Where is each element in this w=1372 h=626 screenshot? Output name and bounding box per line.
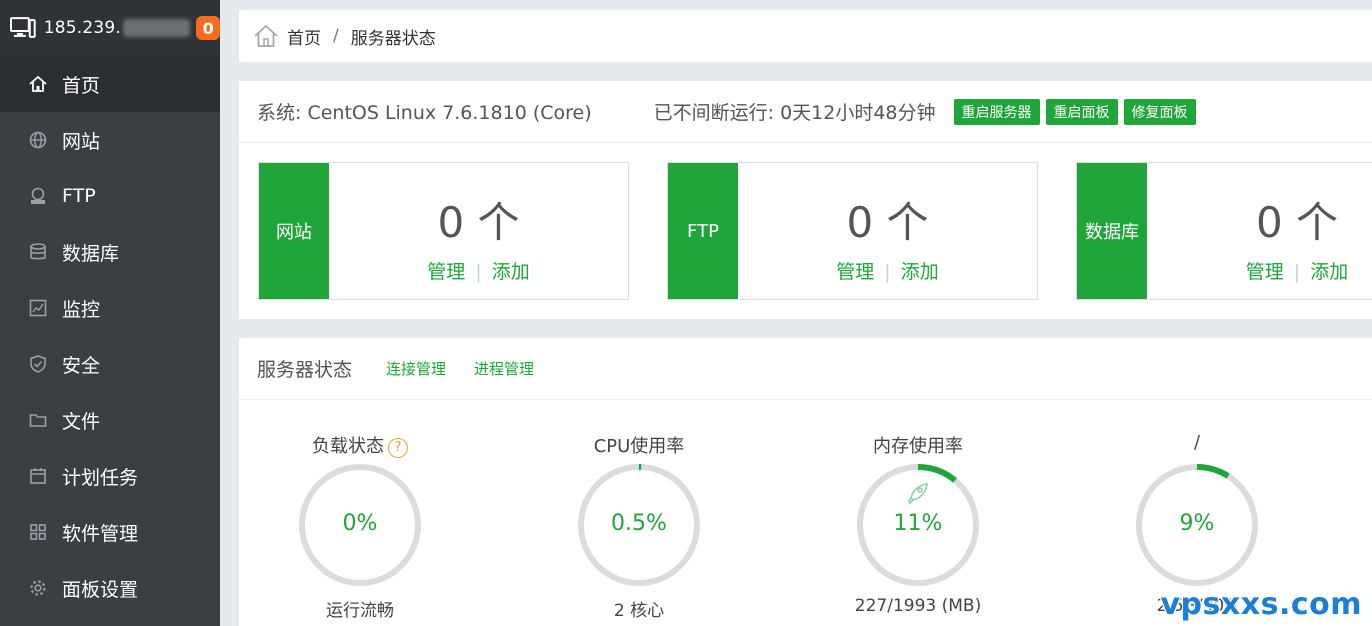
shield-icon: [30, 355, 46, 373]
link-separator: |: [884, 261, 891, 283]
gear-icon: [30, 580, 46, 596]
notification-badge[interactable]: 0: [196, 16, 220, 40]
server-header[interactable]: 185.239. 0: [0, 0, 220, 56]
add-database-link[interactable]: 添加: [1310, 261, 1348, 283]
stat-count: 0 个: [437, 198, 520, 247]
ftp-icon: [31, 187, 45, 204]
sidebar-item-label: 面板设置: [62, 578, 139, 601]
sidebar-item-website[interactable]: 网站: [0, 112, 220, 168]
sidebar-item-label: 安全: [62, 354, 101, 377]
repair-panel-button[interactable]: 修复面板: [1123, 98, 1196, 125]
add-ftp-link[interactable]: 添加: [901, 261, 939, 283]
manage-database-link[interactable]: 管理: [1246, 261, 1284, 283]
server-ip: 185.239.: [43, 18, 122, 38]
gauge-cpu[interactable]: CPU使用率 0.5% 2 核心: [549, 338, 729, 626]
calendar-icon: [30, 468, 46, 484]
sidebar-item-cron[interactable]: 计划任务: [0, 448, 220, 504]
monitor-icon: [10, 17, 36, 38]
sidebar-item-ftp[interactable]: FTP: [0, 168, 220, 224]
gauge-memory[interactable]: 内存使用率 11% 227/1993 (MB): [828, 338, 1008, 626]
gauge-value: 11%: [893, 511, 943, 536]
globe-icon: [29, 131, 47, 149]
breadcrumb: 首页 / 服务器状态: [239, 10, 1372, 62]
gauge-disk[interactable]: / 9% 2.5G/30G: [1107, 338, 1287, 626]
stat-links: 管理 | 添加: [329, 257, 628, 284]
gauge-subtitle: 运行流畅: [326, 601, 394, 621]
database-icon: [30, 243, 46, 260]
home-icon: [29, 75, 47, 92]
restart-panel-button[interactable]: 重启面板: [1045, 98, 1118, 125]
stat-card-database: 数据库 0 个 管理 | 添加: [1076, 162, 1372, 300]
sidebar-item-files[interactable]: 文件: [0, 392, 220, 448]
sidebar-item-settings[interactable]: 面板设置: [0, 560, 220, 616]
sidebar-item-label: 网站: [62, 130, 101, 153]
folder-icon: [29, 414, 47, 427]
add-website-link[interactable]: 添加: [492, 261, 530, 283]
gauge-value: 0%: [342, 511, 378, 536]
sidebar-item-software[interactable]: 软件管理: [0, 504, 220, 560]
sidebar-item-label: 软件管理: [62, 522, 139, 545]
home-icon[interactable]: [253, 23, 279, 49]
monitor-chart-icon: [29, 299, 47, 317]
link-separator: |: [475, 261, 482, 283]
link-separator: |: [1293, 261, 1301, 283]
system-info-bar: 系统: CentOS Linux 7.6.1810 (Core) 已不间断运行:…: [239, 81, 1372, 143]
stat-label: 数据库: [1077, 163, 1147, 299]
stat-card-ftp: FTP 0 个 管理 | 添加: [667, 162, 1038, 300]
sidebar-item-security[interactable]: 安全: [0, 336, 220, 392]
breadcrumb-current: 服务器状态: [350, 28, 436, 49]
breadcrumb-home[interactable]: 首页: [287, 24, 321, 49]
server-status-panel: 服务器状态 连接管理 进程管理 负载状态? 0% 运行流畅 CPU使用率 0.5…: [239, 338, 1372, 626]
gauge-load[interactable]: 负载状态? 0% 运行流畅: [270, 338, 450, 626]
ip-redacted: [123, 19, 191, 37]
sidebar-item-label: 首页: [62, 74, 101, 97]
manage-ftp-link[interactable]: 管理: [836, 261, 874, 283]
stat-label: 网站: [259, 163, 329, 299]
uptime-info: 已不间断运行: 0天12小时48分钟: [653, 102, 936, 124]
sidebar-item-label: 文件: [62, 410, 101, 433]
stat-links: 管理 | 添加: [1147, 257, 1372, 284]
manage-website-link[interactable]: 管理: [427, 261, 465, 283]
help-icon[interactable]: ?: [388, 437, 408, 458]
sidebar-item-label: 计划任务: [62, 466, 139, 489]
sidebar: 185.239. 0 首页 网站 FTP 数据库 监控 安全 文件 计划任务 软…: [0, 0, 220, 626]
stat-card-website: 网站 0 个 管理 | 添加: [258, 162, 629, 300]
sidebar-item-database[interactable]: 数据库: [0, 224, 220, 280]
grid-icon: [30, 524, 46, 540]
stat-count: 0 个: [846, 198, 929, 247]
sidebar-item-monitor[interactable]: 监控: [0, 280, 220, 336]
sidebar-item-label: FTP: [62, 185, 96, 207]
sidebar-item-label: 监控: [62, 298, 101, 321]
gauge-title: CPU使用率: [593, 436, 685, 457]
sidebar-item-label: 数据库: [62, 242, 120, 265]
gauge-title: 负载状态?: [270, 432, 450, 458]
gauge-value: 9%: [1179, 511, 1215, 536]
rocket-icon[interactable]: [907, 483, 928, 505]
system-panel: 系统: CentOS Linux 7.6.1810 (Core) 已不间断运行:…: [239, 81, 1372, 319]
gauge-value: 0.5%: [611, 511, 667, 536]
gauge-title: /: [1193, 432, 1201, 453]
gauge-title-text: 负载状态: [312, 436, 384, 457]
restart-server-button[interactable]: 重启服务器: [953, 98, 1040, 125]
stat-count: 0 个: [1255, 198, 1339, 247]
process-manage-link[interactable]: 进程管理: [474, 358, 534, 379]
watermark: vpsxxs.com: [1160, 587, 1362, 622]
stat-label: FTP: [668, 163, 738, 299]
stat-links: 管理 | 添加: [738, 257, 1037, 284]
breadcrumb-separator: /: [333, 26, 339, 46]
sidebar-item-home[interactable]: 首页: [0, 56, 220, 112]
gauge-title: 内存使用率: [873, 436, 963, 457]
os-info: 系统: CentOS Linux 7.6.1810 (Core): [257, 102, 592, 124]
gauge-subtitle: 2 核心: [613, 601, 665, 621]
gauge-subtitle: 227/1993 (MB): [854, 596, 982, 616]
